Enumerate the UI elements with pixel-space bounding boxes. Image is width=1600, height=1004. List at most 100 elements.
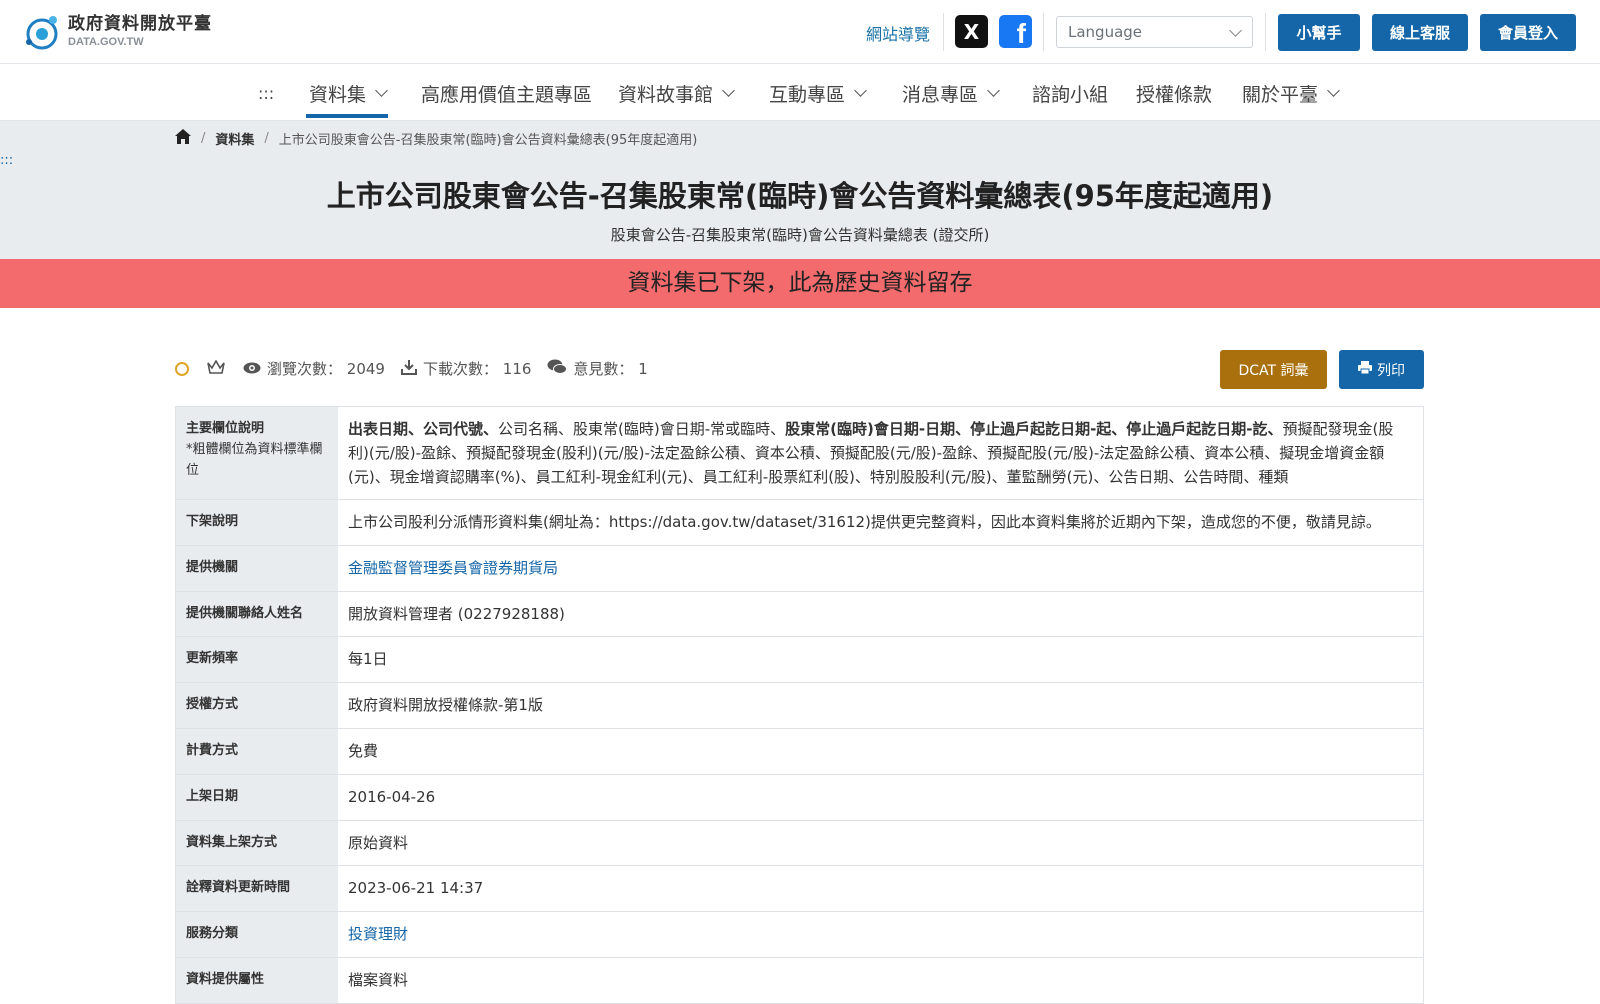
chevron-down-icon [854,84,867,97]
breadcrumb-current: 上市公司股東會公告-召集股東常(臨時)會公告資料彙總表(95年度起適用) [278,133,698,148]
chevron-down-icon [375,84,388,97]
provider-link[interactable]: 金融監督管理委員會證券期貨局 [348,559,558,577]
badge-icon [175,361,189,376]
helper-button[interactable]: 小幫手 [1278,14,1360,51]
fee-label: 計費方式 [176,728,338,774]
print-button[interactable]: 列印 [1339,350,1424,389]
nav-news[interactable]: 消息專區 [902,80,1000,107]
chevron-down-icon [1327,84,1340,97]
breadcrumb-separator: / [201,131,206,146]
page-subtitle: 股東會公告-召集股東常(臨時)會公告資料彙總表 (證交所) [610,226,990,244]
top-header: 政府資料開放平臺 DATA.GOV.TW 網站導覽 X f Language 小… [0,0,1600,64]
table-row: 更新頻率 每1日 [176,637,1423,684]
publish-method-value: 原始資料 [348,833,409,852]
nav-data-stories[interactable]: 資料故事館 [618,80,735,107]
table-row: 提供機關聯絡人姓名 開放資料管理者 (0227928188) [176,591,1423,638]
nav-label: 授權條款 [1136,84,1213,106]
contact-label: 提供機關聯絡人姓名 [176,591,338,637]
dataset-info-table: 主要欄位說明 *粗體欄位為資料標準欄位 出表日期、公司代號、公司名稱、股東常(臨… [175,406,1424,1004]
x-icon[interactable]: X [955,15,988,48]
table-row: 主要欄位說明 *粗體欄位為資料標準欄位 出表日期、公司代號、公司名稱、股東常(臨… [176,407,1423,500]
metadata-update-label: 詮釋資料更新時間 [176,866,338,912]
hero-section: / 資料集 / 上市公司股東會公告-召集股東常(臨時)會公告資料彙總表(95年度… [0,121,1600,259]
chevron-down-icon [1229,24,1242,37]
site-logo[interactable]: 政府資料開放平臺 DATA.GOV.TW [22,12,212,52]
table-row: 計費方式 免費 [176,728,1423,775]
nav-label: 諮詢小組 [1032,84,1109,106]
standard-fields: 股東常(臨時)會日期-日期、停止過戶起訖日期-起、停止過戶起訖日期-訖、 [785,420,1283,438]
data-attribute-label: 資料提供屬性 [176,957,338,1003]
breadcrumb: / 資料集 / 上市公司股東會公告-召集股東常(臨時)會公告資料彙總表(95年度… [175,129,697,148]
nav-label: 互動專區 [769,84,846,106]
table-row: 提供機關 金融監督管理委員會證券期貨局 [176,545,1423,592]
nav-active-indicator [306,114,388,118]
downloads-value: 116 [502,359,532,378]
dcat-button[interactable]: DCAT 詞彙 [1220,350,1327,389]
comments-value: 1 [638,359,648,378]
nav-label: 消息專區 [902,84,979,106]
sitemap-link[interactable]: 網站導覽 [866,21,930,45]
home-icon[interactable] [175,129,191,148]
table-row: 服務分類 投資理財 [176,912,1423,958]
row-label: 主要欄位說明 *粗體欄位為資料標準欄位 [176,407,338,499]
downloads-label: 下載次數： [422,360,498,378]
breadcrumb-separator: / [264,131,269,146]
fields-value: 出表日期、公司代號、公司名稱、股東常(臨時)會日期-常或臨時、股東常(臨時)會日… [338,407,1423,499]
online-service-button[interactable]: 線上客服 [1372,14,1468,51]
nav-advisory[interactable]: 諮詢小組 [1032,80,1108,107]
delisted-alert: 資料集已下架，此為歷史資料留存 [0,259,1600,308]
comments-icon [547,359,568,379]
frequency-value: 每1日 [348,650,388,669]
publish-date-label: 上架日期 [176,774,338,820]
eye-icon [243,360,261,378]
nav-datasets[interactable]: 資料集 [309,80,388,107]
fields-label: 主要欄位說明 [186,421,265,436]
nav-high-value-topics[interactable]: 高應用價值主題專區 [421,80,592,107]
nav-interactive[interactable]: 互動專區 [769,80,867,107]
download-count: 下載次數： 116 [400,358,532,379]
fields-note: *粗體欄位為資料標準欄位 [186,441,323,478]
license-value: 政府資料開放授權條款-第1版 [348,696,543,715]
publish-method-label: 資料集上架方式 [176,820,338,866]
delist-value: 上市公司股利分派情形資料集(網址為：https://data.gov.tw/da… [348,513,1381,531]
chevron-down-icon [722,84,735,97]
nav-about[interactable]: 關於平臺 [1242,80,1340,107]
logo-icon [22,12,64,52]
nav-label: 資料故事館 [618,84,714,106]
other-fields: 公司名稱、股東常(臨時)會日期-常或臨時、 [498,420,786,438]
divider [1265,13,1266,51]
license-label: 授權方式 [176,683,338,728]
page-title: 上市公司股東會公告-召集股東常(臨時)會公告資料彙總表(95年度起適用) [326,179,1274,213]
contact-value: 開放資料管理者 (0227928188) [348,604,565,623]
nav-label: 高應用價值主題專區 [421,84,593,106]
publish-date-value: 2016-04-26 [348,787,436,806]
language-select[interactable]: Language [1056,16,1253,48]
member-login-button[interactable]: 會員登入 [1480,14,1576,51]
table-row: 資料提供屬性 檔案資料 [176,957,1423,1004]
metadata-update-value: 2023-06-21 14:37 [348,879,484,898]
nav-license[interactable]: 授權條款 [1136,80,1212,107]
comments-label: 意見數： [573,360,634,378]
content-anchor[interactable]: ::: [0,153,13,168]
language-placeholder: Language [1068,23,1143,41]
logo-title: 政府資料開放平臺 [68,14,212,34]
stats-bar: 瀏覽次數： 2049 下載次數： 116 意見數： 1 [175,358,664,379]
nav-label: 關於平臺 [1242,84,1319,106]
standard-fields: 出表日期、公司代號、 [348,420,499,438]
views-label: 瀏覽次數： [267,360,343,378]
breadcrumb-datasets[interactable]: 資料集 [215,129,254,148]
table-row: 下架說明 上市公司股利分派情形資料集(網址為：https://data.gov.… [176,500,1423,546]
table-row: 資料集上架方式 原始資料 [176,820,1423,867]
delist-label: 下架說明 [176,500,338,545]
download-icon [400,359,417,379]
chevron-down-icon [987,84,1000,97]
nav-label: 資料集 [309,84,367,106]
frequency-label: 更新頻率 [176,637,338,683]
printer-icon [1358,361,1372,378]
data-attribute-value: 檔案資料 [348,970,409,989]
facebook-icon[interactable]: f [999,15,1032,48]
comment-count: 意見數： 1 [547,358,648,379]
accesskey-anchor[interactable]: ::: [258,84,274,103]
divider [1043,13,1044,51]
service-category-link[interactable]: 投資理財 [348,925,408,943]
